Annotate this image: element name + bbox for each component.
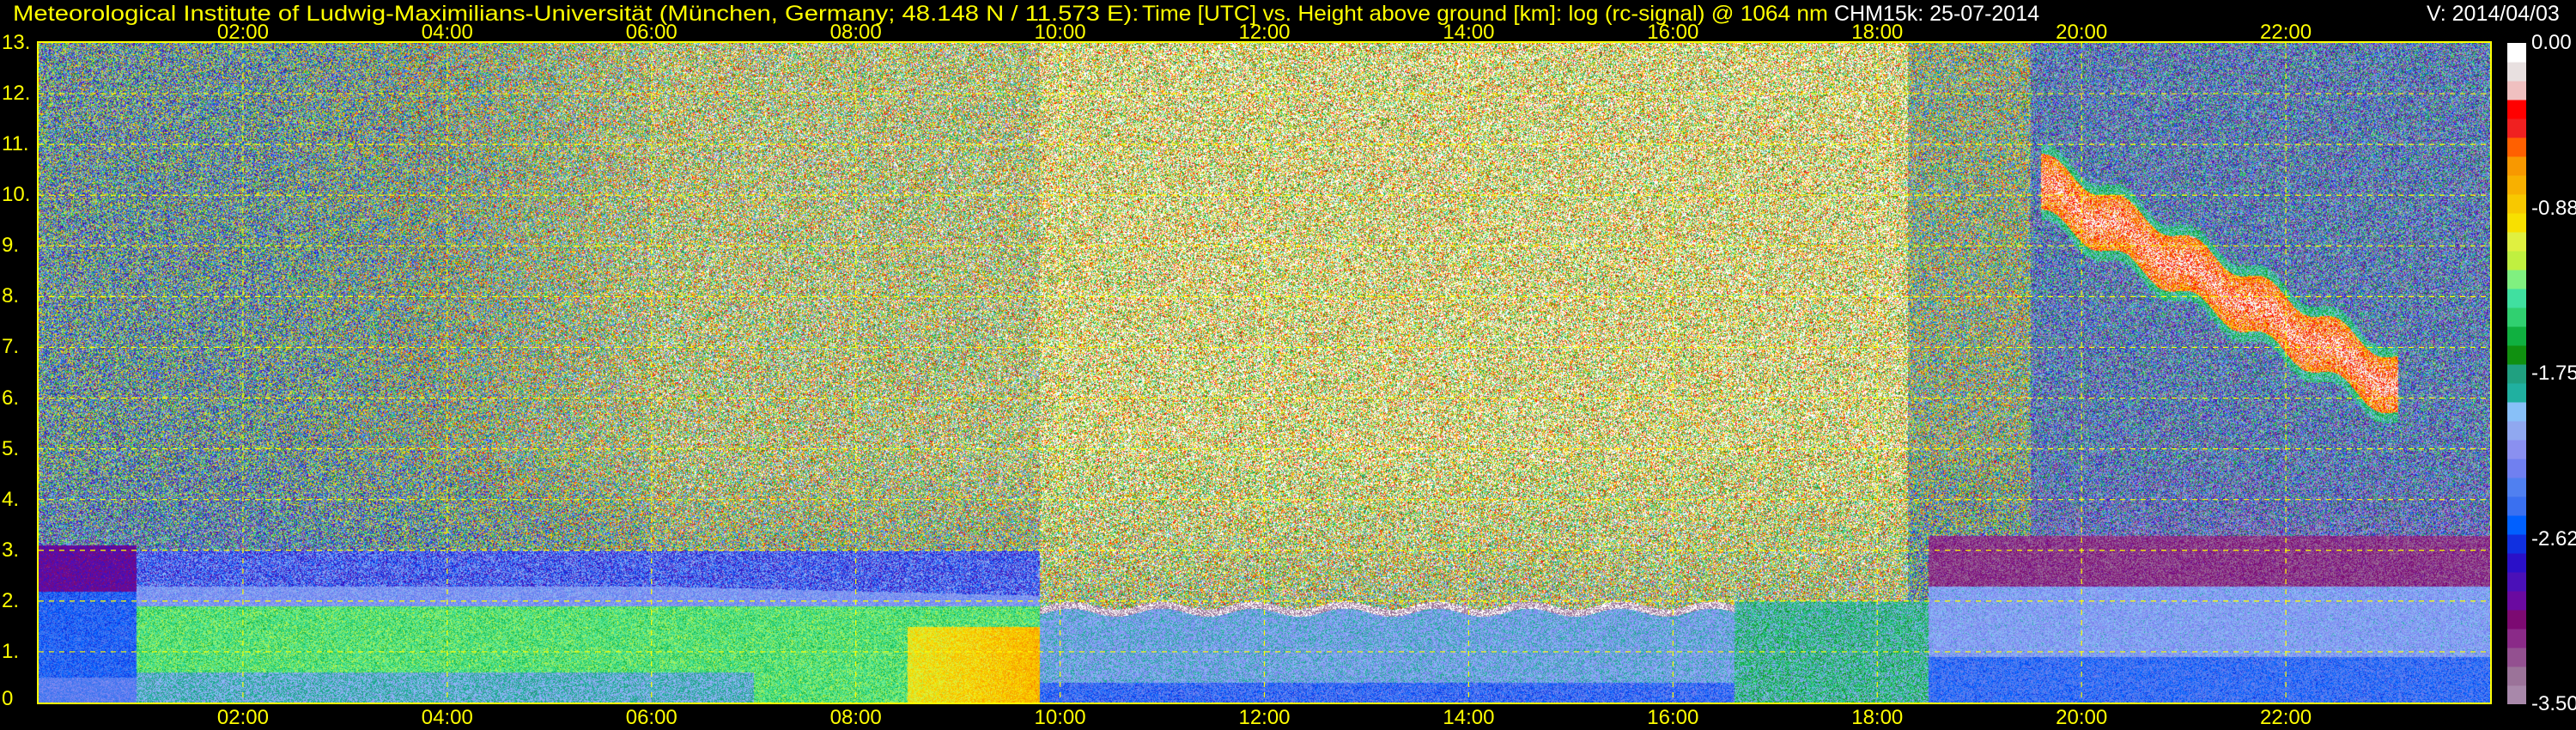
colorbar-swatch — [2507, 496, 2526, 516]
version-label: V: 2014/04/03 — [2427, 2, 2560, 27]
colorbar-swatch — [2507, 572, 2526, 592]
x-tick-label-bottom: 18:00 — [1851, 706, 1903, 730]
colorbar-swatch — [2507, 364, 2526, 384]
colorbar-swatch — [2507, 289, 2526, 308]
colorbar-swatch — [2507, 345, 2526, 365]
x-tick-label-top: 08:00 — [830, 21, 882, 45]
colorbar-swatch — [2507, 685, 2526, 704]
y-tick-label: 10. — [2, 183, 30, 207]
colorbar-swatch — [2507, 119, 2526, 138]
y-tick-label: 2. — [2, 589, 19, 613]
colorbar-swatch — [2507, 43, 2526, 63]
x-tick-label-top: 04:00 — [422, 21, 473, 45]
x-tick-label-bottom: 14:00 — [1443, 706, 1494, 730]
x-tick-label-bottom: 22:00 — [2260, 706, 2312, 730]
colorbar-swatch — [2507, 232, 2526, 252]
colorbar-tick-label: 0.00 — [2531, 31, 2572, 55]
x-tick-label-top: 20:00 — [2056, 21, 2107, 45]
colorbar-tick-label: -3.50 — [2531, 692, 2576, 716]
colorbar-swatch — [2507, 156, 2526, 176]
grid-lines — [39, 43, 2490, 703]
colorbar-swatch — [2507, 100, 2526, 119]
x-tick-label-top: 14:00 — [1443, 21, 1494, 45]
colorbar-swatch — [2507, 459, 2526, 478]
x-tick-label-top: 02:00 — [217, 21, 269, 45]
y-tick-label: 5. — [2, 437, 19, 461]
colorbar-swatch — [2507, 591, 2526, 611]
y-tick-label: 8. — [2, 284, 19, 308]
colorbar-swatch — [2507, 515, 2526, 535]
x-tick-label-top: 12:00 — [1238, 21, 1290, 45]
colorbar-swatch — [2507, 326, 2526, 346]
colorbar-swatch — [2507, 194, 2526, 214]
x-tick-label-top: 18:00 — [1851, 21, 1903, 45]
x-tick-label-bottom: 04:00 — [422, 706, 473, 730]
colorbar-tick-label: -0.88 — [2531, 197, 2576, 221]
x-tick-label-top: 06:00 — [626, 21, 677, 45]
colorbar-swatch — [2507, 175, 2526, 195]
x-tick-label-bottom: 02:00 — [217, 706, 269, 730]
y-tick-label: 4. — [2, 488, 19, 512]
colorbar-swatch — [2507, 402, 2526, 422]
y-tick-label: 12. — [2, 82, 30, 106]
colorbar-swatch — [2507, 478, 2526, 497]
colorbar-swatch — [2507, 81, 2526, 100]
y-tick-label: 0 — [2, 687, 13, 711]
x-tick-label-top: 10:00 — [1035, 21, 1086, 45]
colorbar-swatch — [2507, 610, 2526, 630]
y-tick-label: 11. — [2, 132, 29, 156]
y-tick-label: 1. — [2, 640, 19, 664]
colorbar-swatch — [2507, 137, 2526, 157]
colorbar-swatch — [2507, 553, 2526, 573]
x-tick-label-bottom: 20:00 — [2056, 706, 2107, 730]
colorbar-tick-label: -1.75 — [2531, 362, 2576, 386]
y-tick-label: 6. — [2, 386, 19, 411]
colorbar-tick-label: -2.62 — [2531, 527, 2576, 551]
x-tick-label-bottom: 12:00 — [1238, 706, 1290, 730]
colorbar-swatch — [2507, 213, 2526, 233]
x-tick-label-bottom: 06:00 — [626, 706, 677, 730]
colorbar-swatch — [2507, 648, 2526, 667]
colorbar-swatch — [2507, 421, 2526, 441]
colorbar-swatch — [2507, 534, 2526, 554]
colorbar-swatch — [2507, 62, 2526, 82]
backscatter-plot — [39, 43, 2490, 703]
colorbar-swatch — [2507, 629, 2526, 648]
y-tick-label: 3. — [2, 538, 19, 563]
colorbar-swatch — [2507, 383, 2526, 403]
x-tick-label-top: 16:00 — [1647, 21, 1698, 45]
x-tick-label-bottom: 10:00 — [1035, 706, 1086, 730]
y-tick-label: 7. — [2, 335, 19, 359]
x-tick-label-bottom: 08:00 — [830, 706, 882, 730]
y-tick-label: 9. — [2, 234, 19, 258]
colorbar-swatch — [2507, 270, 2526, 289]
institute-title: Meteorological Institute of Ludwig-Maxim… — [13, 2, 1139, 27]
colorbar-swatch — [2507, 251, 2526, 271]
colorbar — [2507, 43, 2526, 704]
x-tick-label-bottom: 16:00 — [1647, 706, 1698, 730]
x-tick-label-top: 22:00 — [2260, 21, 2312, 45]
colorbar-swatch — [2507, 307, 2526, 327]
colorbar-swatch — [2507, 440, 2526, 459]
y-tick-label: 13. — [2, 31, 30, 55]
colorbar-swatch — [2507, 666, 2526, 686]
